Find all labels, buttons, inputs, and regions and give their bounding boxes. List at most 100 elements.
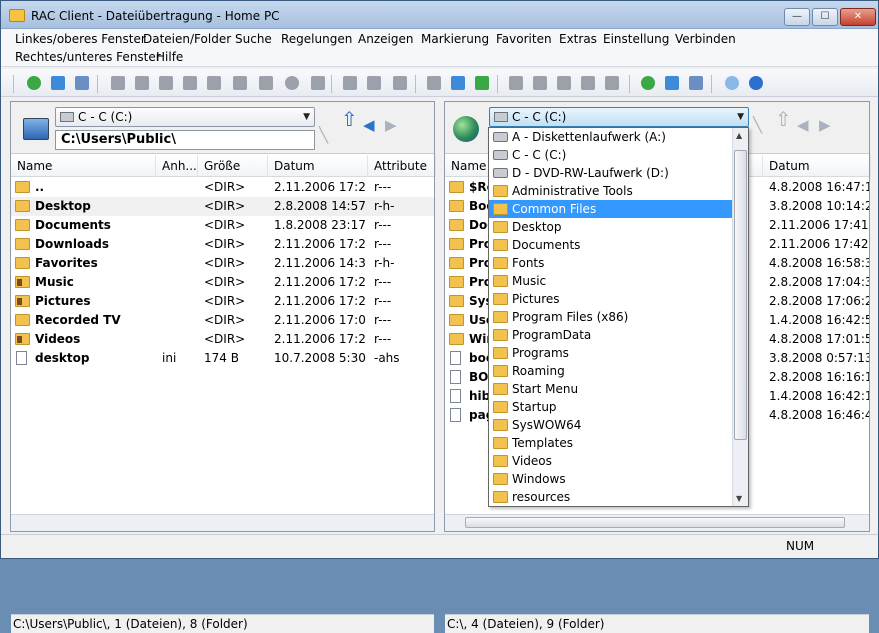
column-date[interactable]: Datum	[763, 155, 871, 177]
up-folder-icon[interactable]: ⇧	[775, 109, 792, 129]
right-horizontal-scrollbar[interactable]	[445, 514, 869, 531]
dropdown-item[interactable]: Pictures	[489, 290, 748, 308]
menu-right-window[interactable]: Rechtes/unteres Fenster	[15, 49, 161, 65]
forward-arrow-icon[interactable]: ▶	[819, 116, 831, 134]
move-left-icon[interactable]	[343, 76, 357, 90]
table-row[interactable]: .. <DIR> 2.11.2006 17:24... r---	[11, 178, 434, 197]
dropdown-item[interactable]: Windows	[489, 470, 748, 488]
dropdown-item[interactable]: Startup	[489, 398, 748, 416]
dropdown-item[interactable]: Programs	[489, 344, 748, 362]
dropdown-item[interactable]: Start Menu	[489, 380, 748, 398]
column-attributes[interactable]: Attribute	[368, 155, 436, 177]
download-right-icon[interactable]	[665, 76, 679, 90]
dropdown-item[interactable]: D - DVD-RW-Laufwerk (D:)	[489, 164, 748, 182]
list-view-right-icon[interactable]	[689, 76, 703, 90]
menu-view[interactable]: Anzeigen	[358, 31, 413, 47]
table-row[interactable]: Downloads <DIR> 2.11.2006 17:24... r---	[11, 235, 434, 254]
minimize-button[interactable]: —	[784, 8, 810, 26]
about-info-icon[interactable]	[749, 76, 763, 90]
view-1-icon[interactable]	[509, 76, 523, 90]
view-3-icon[interactable]	[557, 76, 571, 90]
scroll-down-icon[interactable]: ▼	[736, 494, 742, 503]
left-drive-select[interactable]: C - C (C:) ▼	[55, 107, 315, 127]
table-row[interactable]: Documents <DIR> 1.8.2008 23:17:27 r---	[11, 216, 434, 235]
dropdown-item[interactable]: resources	[489, 488, 748, 506]
scrollbar-thumb[interactable]	[734, 150, 747, 440]
window-icon[interactable]	[427, 76, 441, 90]
table-row[interactable]: Music <DIR> 2.11.2006 17:24... r---	[11, 273, 434, 292]
menu-left-window[interactable]: Linkes/oberes Fenster	[15, 31, 146, 47]
column-size[interactable]: Größe	[198, 155, 268, 177]
up-folder-icon[interactable]: ⇧	[341, 109, 358, 129]
list-view-icon[interactable]	[75, 76, 89, 90]
dropdown-item[interactable]: C - C (C:)	[489, 146, 748, 164]
scrollbar-thumb[interactable]	[465, 517, 845, 528]
dropdown-item[interactable]: Fonts	[489, 254, 748, 272]
dropdown-item[interactable]: A - Diskettenlaufwerk (A:)	[489, 128, 748, 146]
dropdown-item[interactable]: Administrative Tools	[489, 182, 748, 200]
dropdown-item[interactable]: ProgramData	[489, 326, 748, 344]
info-icon[interactable]	[285, 76, 299, 90]
menu-selection[interactable]: Markierung	[421, 31, 489, 47]
table-row[interactable]: Recorded TV <DIR> 2.11.2006 17:06... r---	[11, 311, 434, 330]
forward-arrow-icon[interactable]: ▶	[385, 116, 397, 134]
column-date[interactable]: Datum	[268, 155, 368, 177]
table-row[interactable]: Videos <DIR> 2.11.2006 17:24... r---	[11, 330, 434, 349]
right-drive-select[interactable]: C - C (C:) ▼	[489, 107, 749, 127]
title-bar[interactable]: RAC Client - Dateiübertragung - Home PC …	[1, 1, 878, 29]
tree-toggle-icon[interactable]: ╲	[753, 116, 762, 134]
column-name[interactable]: Name	[11, 155, 156, 177]
refresh-icon[interactable]	[27, 76, 41, 90]
stop-icon[interactable]	[233, 76, 247, 90]
maximize-button[interactable]: ☐	[812, 8, 838, 26]
settings-gear-icon[interactable]	[725, 76, 739, 90]
left-path-input[interactable]: C:\Users\Public\	[55, 130, 315, 150]
menu-help[interactable]: Hilfe	[156, 49, 183, 65]
dropdown-item[interactable]: Common Files	[489, 200, 748, 218]
dropdown-item[interactable]: SysWOW64	[489, 416, 748, 434]
dropdown-item[interactable]: Music	[489, 272, 748, 290]
back-arrow-icon[interactable]: ◀	[363, 116, 375, 134]
dropdown-scrollbar[interactable]: ▲ ▼	[732, 128, 748, 506]
menu-files-folders[interactable]: Dateien/Folder	[143, 31, 231, 47]
move-right-icon[interactable]	[367, 76, 381, 90]
dropdown-item[interactable]: Program Files (x86)	[489, 308, 748, 326]
delete-icon[interactable]	[207, 76, 221, 90]
paste-icon[interactable]	[159, 76, 173, 90]
back-arrow-icon[interactable]: ◀	[797, 116, 809, 134]
connect-icon[interactable]	[475, 76, 489, 90]
close-button[interactable]: ✕	[840, 8, 876, 26]
dropdown-item[interactable]: Desktop	[489, 218, 748, 236]
table-row[interactable]: Desktop <DIR> 2.8.2008 14:57:09 r-h-	[11, 197, 434, 216]
menu-search[interactable]: Suche	[235, 31, 272, 47]
scroll-up-icon[interactable]: ▲	[736, 131, 742, 140]
rename-icon[interactable]	[111, 76, 125, 90]
menu-rules[interactable]: Regelungen	[281, 31, 352, 47]
table-row[interactable]: Pictures <DIR> 2.11.2006 17:24... r---	[11, 292, 434, 311]
refresh-right-icon[interactable]	[641, 76, 655, 90]
dropdown-item[interactable]: Templates	[489, 434, 748, 452]
view-4-icon[interactable]	[581, 76, 595, 90]
dropdown-item[interactable]: Videos	[489, 452, 748, 470]
left-horizontal-scrollbar[interactable]	[11, 514, 434, 531]
download-icon[interactable]	[51, 76, 65, 90]
table-row[interactable]: Favorites <DIR> 2.11.2006 14:34... r-h-	[11, 254, 434, 273]
tree-toggle-icon[interactable]: ╲	[319, 126, 328, 144]
properties-icon[interactable]	[259, 76, 273, 90]
column-extension[interactable]: Anh...	[156, 155, 198, 177]
split-view-icon[interactable]	[451, 76, 465, 90]
eject-icon[interactable]	[311, 76, 325, 90]
view-2-icon[interactable]	[533, 76, 547, 90]
copy-icon[interactable]	[135, 76, 149, 90]
menu-favorites[interactable]: Favoriten	[496, 31, 552, 47]
dropdown-item[interactable]: Roaming	[489, 362, 748, 380]
view-5-icon[interactable]	[605, 76, 619, 90]
menu-settings[interactable]: Einstellung	[603, 31, 669, 47]
table-row[interactable]: desktop ini 174 B 10.7.2008 5:30:47 -ahs	[11, 349, 434, 368]
menu-extras[interactable]: Extras	[559, 31, 597, 47]
hard-drive-icon	[60, 112, 74, 122]
menu-connect[interactable]: Verbinden	[675, 31, 736, 47]
dropdown-item[interactable]: Documents	[489, 236, 748, 254]
comment-icon[interactable]	[183, 76, 197, 90]
sync-icon[interactable]	[393, 76, 407, 90]
